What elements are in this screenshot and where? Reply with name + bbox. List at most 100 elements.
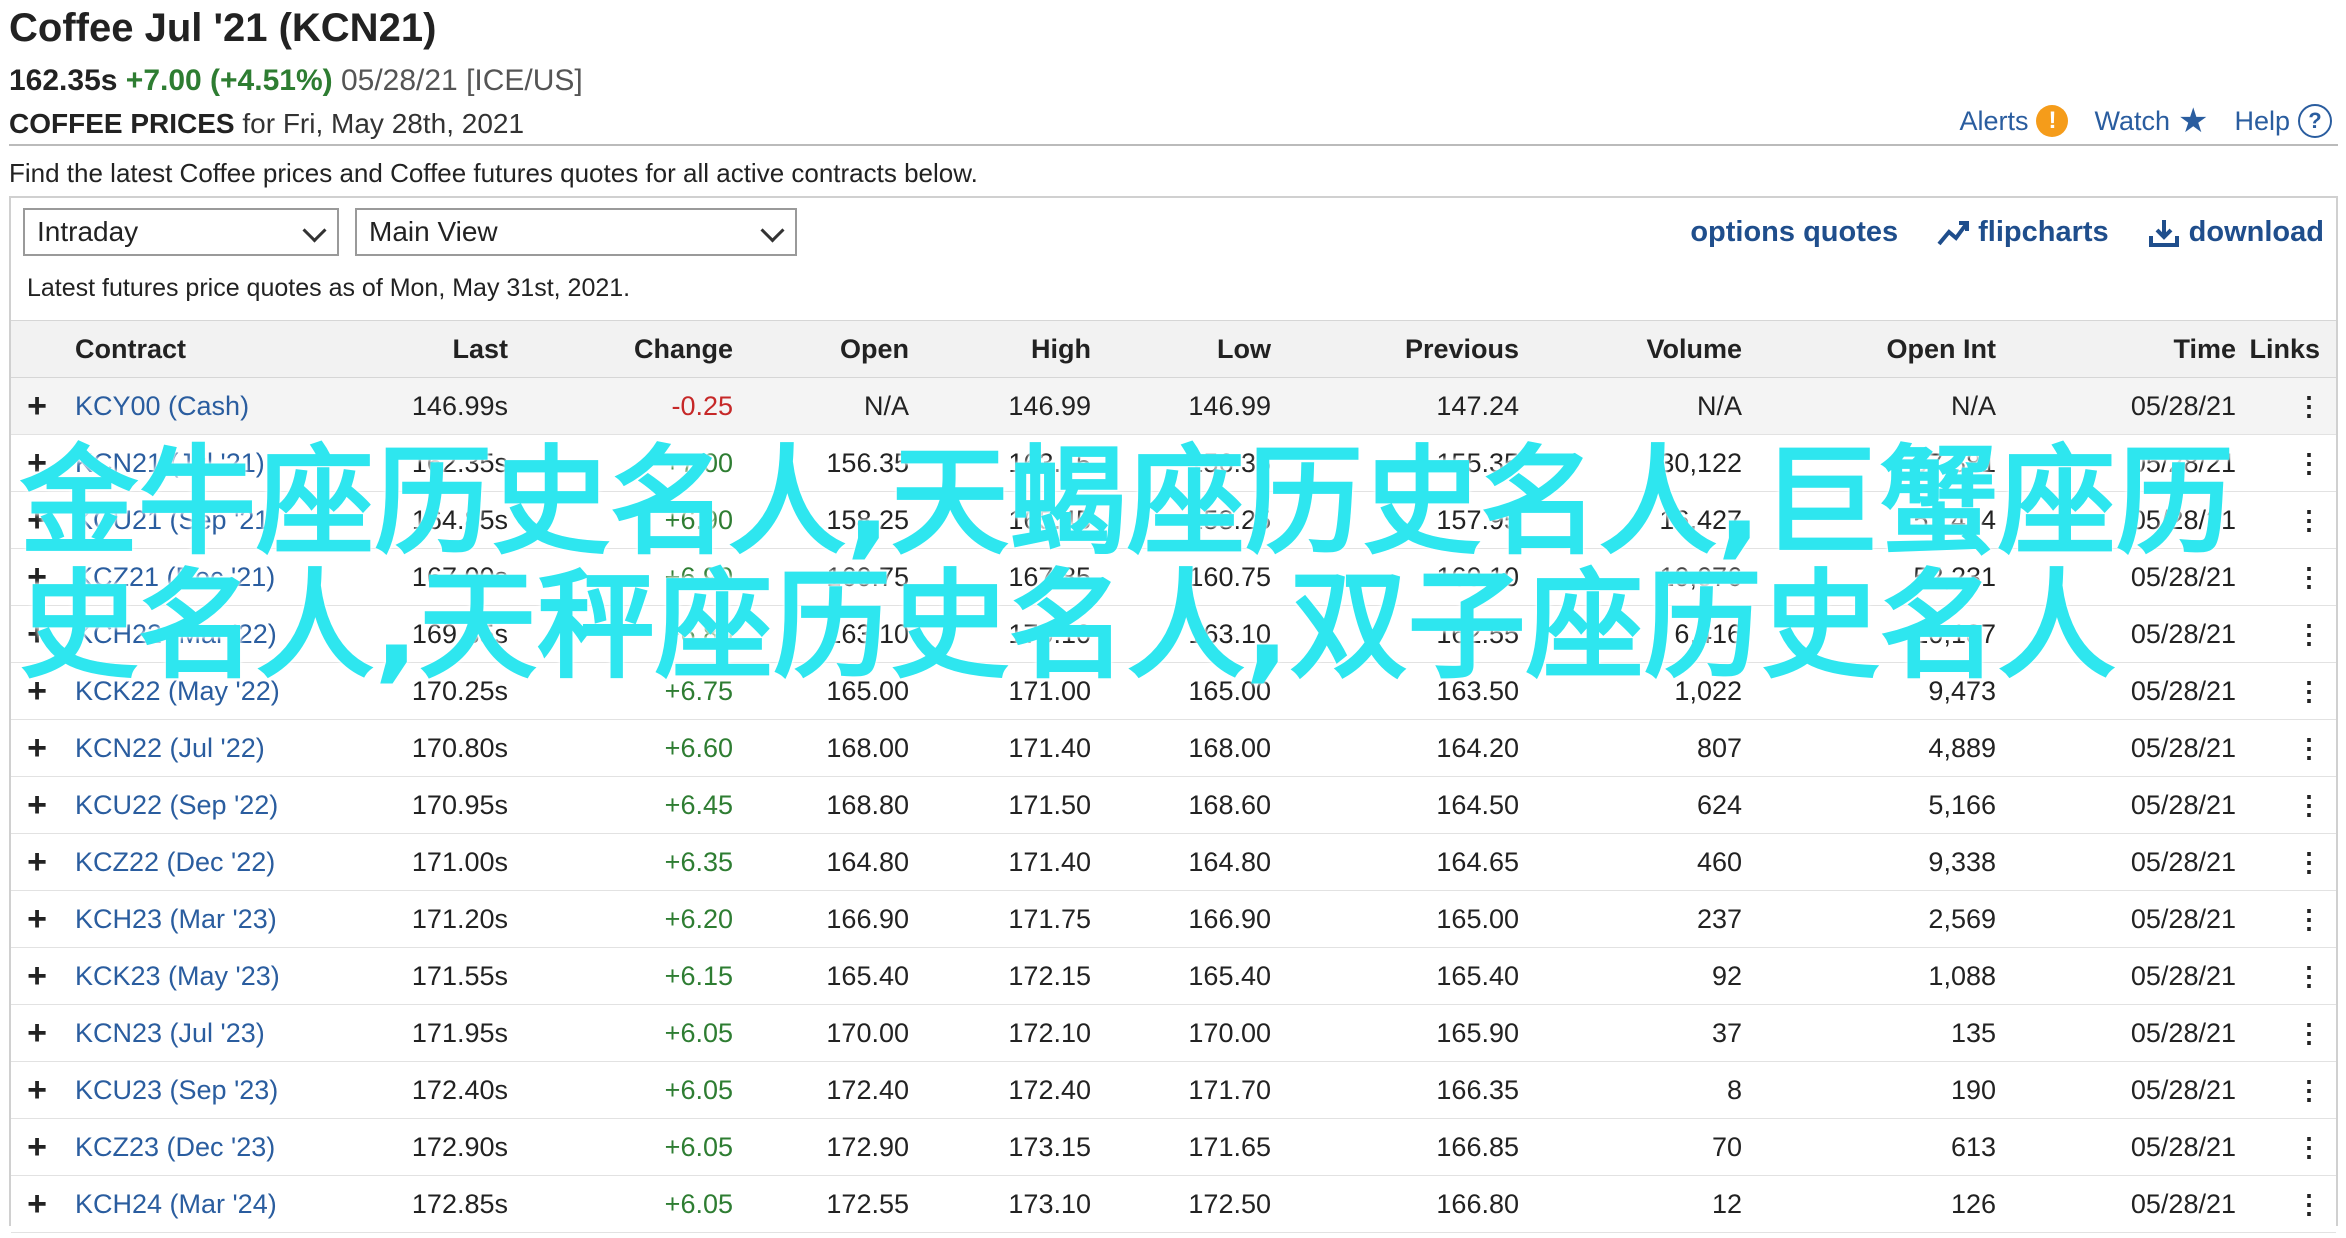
- help-link[interactable]: Help ?: [2234, 104, 2332, 138]
- contract-link[interactable]: KCH24 (Mar '24): [75, 1176, 277, 1232]
- help-icon: ?: [2298, 104, 2332, 138]
- cell-low: 170.00: [1188, 1018, 1271, 1048]
- more-options-icon[interactable]: ⋮: [2296, 435, 2322, 491]
- more-options-icon[interactable]: ⋮: [2296, 492, 2322, 548]
- cell-high: 172.40: [1008, 1075, 1091, 1105]
- more-options-icon[interactable]: ⋮: [2296, 1176, 2322, 1232]
- more-options-icon[interactable]: ⋮: [2296, 549, 2322, 605]
- chart-trend-icon: [1937, 220, 1970, 245]
- more-options-icon[interactable]: ⋮: [2296, 891, 2322, 947]
- cell-volume: 1,022: [1674, 676, 1742, 706]
- expand-icon[interactable]: +: [25, 1119, 49, 1175]
- view-select[interactable]: Main View: [355, 208, 797, 256]
- download-link[interactable]: download: [2147, 216, 2324, 249]
- alerts-link[interactable]: Alerts !: [1959, 105, 2069, 137]
- contract-link[interactable]: KCN21 (Jul '21): [75, 435, 265, 491]
- links-cell: ⋮: [2296, 891, 2322, 947]
- flipcharts-link[interactable]: flipcharts: [1936, 216, 2109, 249]
- col-last[interactable]: Last: [452, 321, 508, 377]
- expand-icon[interactable]: +: [25, 1176, 49, 1232]
- contract-link[interactable]: KCZ21 (Dec '21): [75, 549, 275, 605]
- cell-previous: 165.00: [1436, 904, 1519, 934]
- alert-icon: !: [2036, 105, 2069, 137]
- links-cell: ⋮: [2296, 948, 2322, 1004]
- contract-link[interactable]: KCZ22 (Dec '22): [75, 834, 275, 890]
- contract-link[interactable]: KCH23 (Mar '23): [75, 891, 277, 947]
- cell-time: 05/28/21: [2130, 1018, 2236, 1048]
- watch-link[interactable]: Watch ★: [2094, 104, 2208, 138]
- cell-open-int: 52,231: [1913, 562, 1996, 592]
- cell-open: 165.40: [826, 961, 909, 991]
- contract-link[interactable]: KCK23 (May '23): [75, 948, 280, 1004]
- col-contract[interactable]: Contract: [75, 321, 186, 377]
- col-volume[interactable]: Volume: [1646, 321, 1742, 377]
- expand-icon[interactable]: +: [25, 834, 49, 890]
- expand-icon[interactable]: +: [25, 948, 49, 1004]
- cell-change: +6.75: [664, 676, 733, 706]
- expand-icon[interactable]: +: [25, 492, 49, 548]
- expand-icon[interactable]: +: [25, 720, 49, 776]
- table-row: + KCN21 (Jul '21) 162.35s +7.00 156.35 163.15…: [11, 435, 2336, 492]
- table-row: + KCY00 (Cash) 146.99s -0.25 N/A 146.99 146.99…: [11, 378, 2336, 435]
- table-row: + KCH22 (Mar '22) 169.35s +6.80 163.10 170.10…: [11, 606, 2336, 663]
- expand-icon[interactable]: +: [25, 378, 49, 434]
- col-high[interactable]: High: [1031, 321, 1091, 377]
- cell-change: +6.35: [664, 847, 733, 877]
- contract-link[interactable]: KCN22 (Jul '22): [75, 720, 265, 776]
- more-options-icon[interactable]: ⋮: [2296, 378, 2322, 434]
- links-cell: ⋮: [2296, 1062, 2322, 1118]
- cell-last: 162.35s: [411, 448, 508, 478]
- cell-last: 170.25s: [411, 676, 508, 706]
- more-options-icon[interactable]: ⋮: [2296, 948, 2322, 1004]
- expand-icon[interactable]: +: [25, 1005, 49, 1061]
- expand-icon[interactable]: +: [25, 435, 49, 491]
- contract-link[interactable]: KCK22 (May '22): [75, 663, 280, 719]
- cell-high: 173.15: [1008, 1132, 1091, 1162]
- cell-low: 171.65: [1188, 1132, 1271, 1162]
- table-body: + KCY00 (Cash) 146.99s -0.25 N/A 146.99 146.99…: [11, 378, 2336, 1233]
- more-options-icon[interactable]: ⋮: [2296, 1062, 2322, 1118]
- download-icon: [2148, 219, 2179, 247]
- col-previous[interactable]: Previous: [1405, 321, 1519, 377]
- col-open[interactable]: Open: [840, 321, 909, 377]
- contract-link[interactable]: KCN23 (Jul '23): [75, 1005, 265, 1061]
- period-select[interactable]: Intraday: [23, 208, 339, 256]
- cell-low: 165.00: [1188, 676, 1271, 706]
- contract-link[interactable]: KCH22 (Mar '22): [75, 606, 277, 662]
- cell-volume: N/A: [1696, 391, 1742, 421]
- contract-link[interactable]: KCY00 (Cash): [75, 378, 249, 434]
- cell-high: 171.75: [1008, 904, 1091, 934]
- cell-volume: 237: [1696, 904, 1742, 934]
- expand-icon[interactable]: +: [25, 1062, 49, 1118]
- more-options-icon[interactable]: ⋮: [2296, 777, 2322, 833]
- watch-label: Watch: [2094, 105, 2170, 136]
- expand-icon[interactable]: +: [25, 777, 49, 833]
- contract-link[interactable]: KCU22 (Sep '22): [75, 777, 278, 833]
- expand-icon[interactable]: +: [25, 663, 49, 719]
- more-options-icon[interactable]: ⋮: [2296, 720, 2322, 776]
- contract-link[interactable]: KCZ23 (Dec '23): [75, 1119, 275, 1175]
- more-options-icon[interactable]: ⋮: [2296, 1005, 2322, 1061]
- more-options-icon[interactable]: ⋮: [2296, 663, 2322, 719]
- col-time[interactable]: Time: [2173, 321, 2236, 377]
- col-low[interactable]: Low: [1217, 321, 1271, 377]
- contract-link[interactable]: KCU23 (Sep '23): [75, 1062, 278, 1118]
- options-quotes-link[interactable]: options quotes: [1690, 216, 1898, 249]
- more-options-icon[interactable]: ⋮: [2296, 606, 2322, 662]
- as-of-text: Latest futures price quotes as of Mon, M…: [27, 274, 631, 302]
- cell-open-int: 1,088: [1928, 961, 1996, 991]
- expand-icon[interactable]: +: [25, 606, 49, 662]
- col-open-int[interactable]: Open Int: [1887, 321, 1997, 377]
- expand-icon[interactable]: +: [25, 549, 49, 605]
- cell-time: 05/28/21: [2130, 676, 2236, 706]
- cell-open: 165.00: [826, 676, 909, 706]
- cell-last: 172.85s: [411, 1189, 508, 1219]
- cell-high: 172.10: [1008, 1018, 1091, 1048]
- more-options-icon[interactable]: ⋮: [2296, 834, 2322, 890]
- contract-link[interactable]: KCU21 (Sep '21): [75, 492, 278, 548]
- cell-change: +6.05: [664, 1132, 733, 1162]
- cell-change: +6.80: [664, 619, 733, 649]
- expand-icon[interactable]: +: [25, 891, 49, 947]
- more-options-icon[interactable]: ⋮: [2296, 1119, 2322, 1175]
- col-change[interactable]: Change: [634, 321, 733, 377]
